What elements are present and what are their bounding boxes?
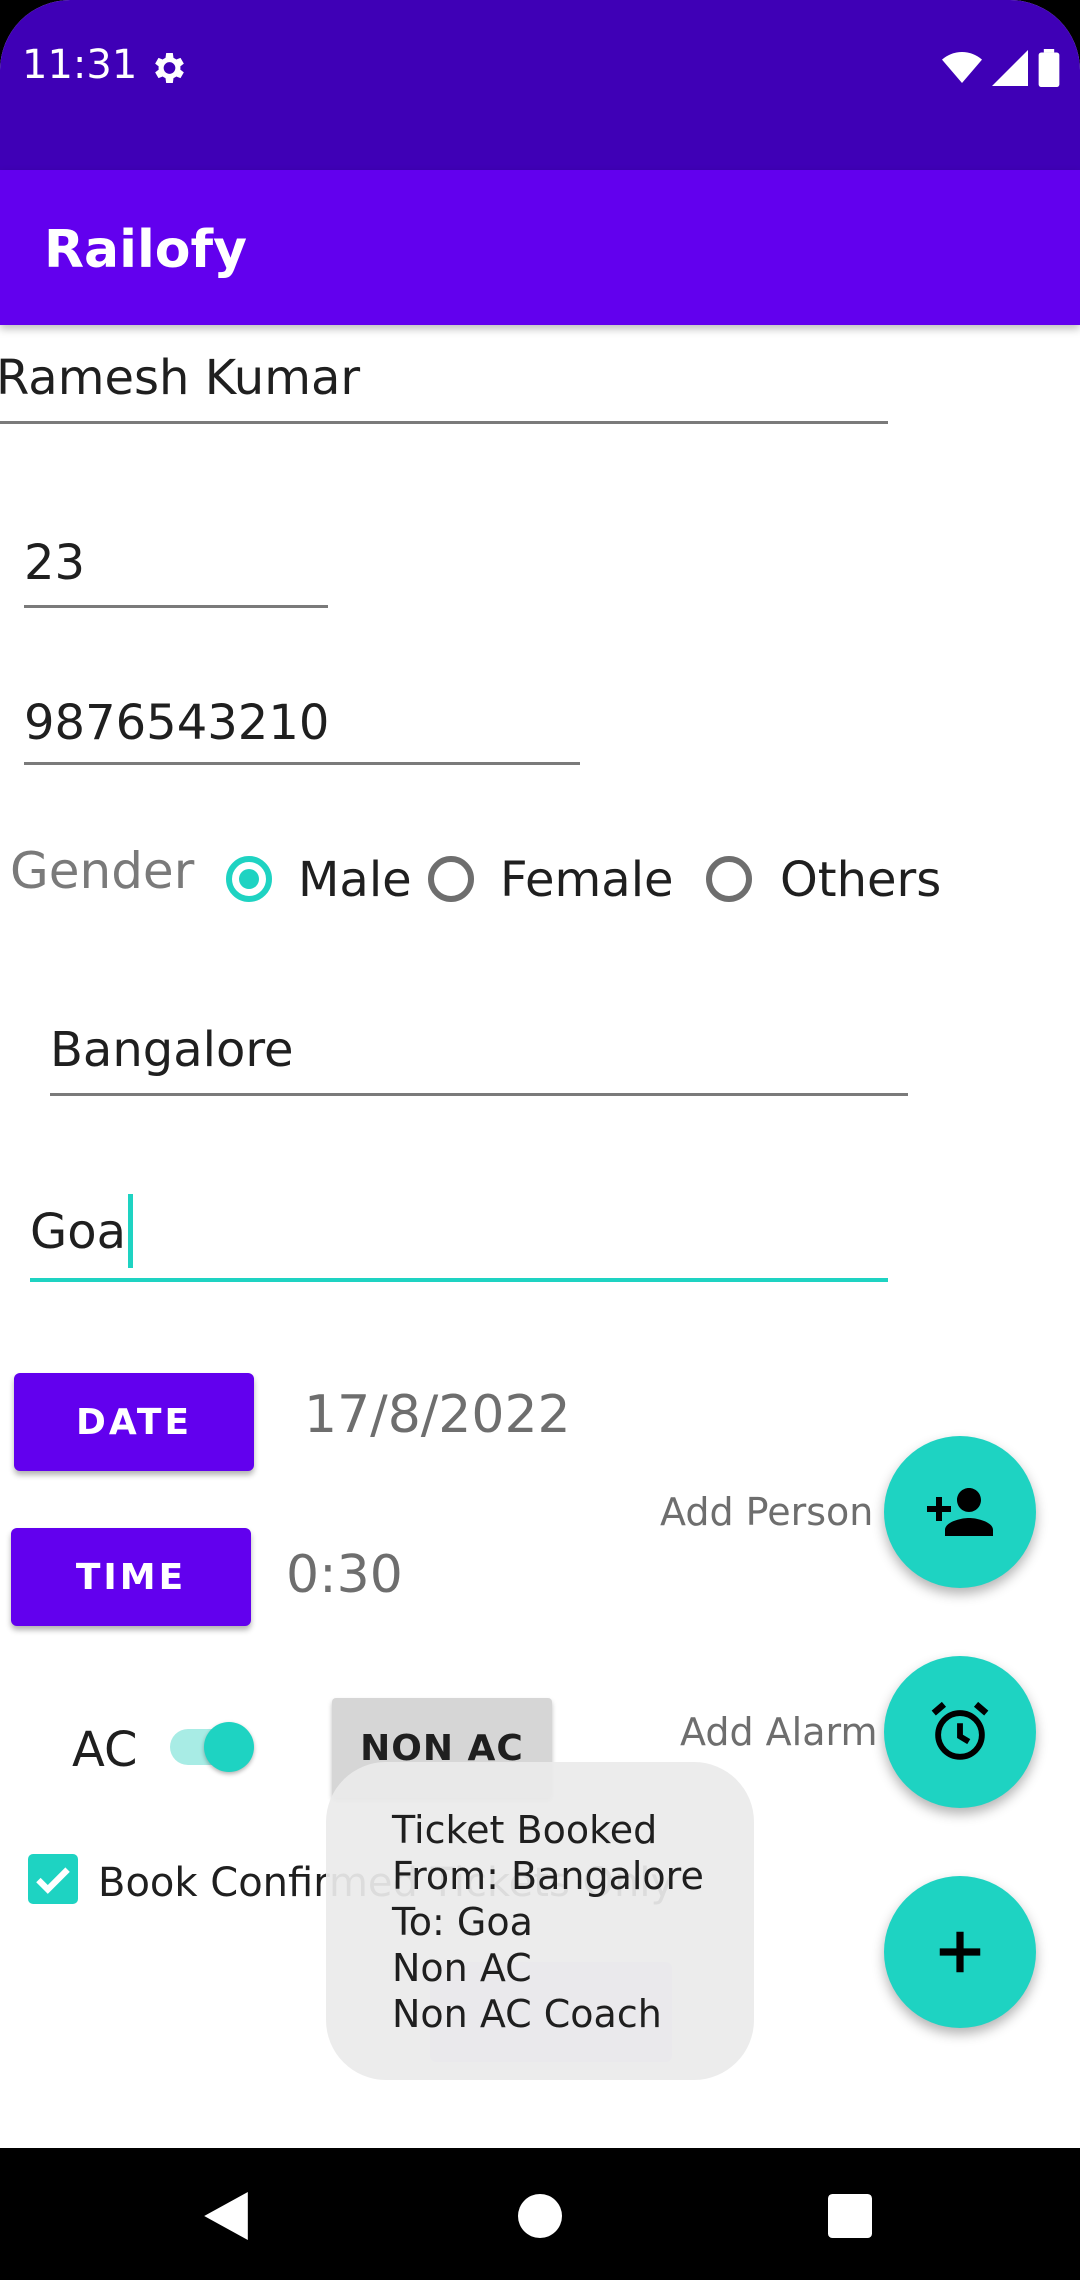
radio-others[interactable] bbox=[706, 856, 752, 902]
radio-female[interactable] bbox=[428, 856, 474, 902]
to-field[interactable] bbox=[30, 1204, 888, 1282]
toast-line: From: Bangalore bbox=[392, 1854, 704, 1898]
gender-label: Gender bbox=[10, 842, 195, 900]
app-bar: Railofy bbox=[0, 170, 1080, 325]
date-value: 17/8/2022 bbox=[304, 1385, 571, 1445]
add-fab[interactable] bbox=[884, 1876, 1036, 2028]
gear-icon bbox=[155, 53, 184, 83]
signal-icon bbox=[992, 50, 1028, 86]
home-icon[interactable] bbox=[518, 2194, 562, 2238]
radio-others-label: Others bbox=[780, 852, 942, 908]
toast-message: Ticket Booked From: Bangalore To: Goa No… bbox=[326, 1762, 754, 2080]
check-icon bbox=[36, 1867, 70, 1894]
person-add-icon bbox=[927, 1488, 993, 1536]
from-value: Bangalore bbox=[50, 1022, 294, 1078]
battery-icon bbox=[1038, 49, 1060, 87]
add-person-label: Add Person bbox=[660, 1490, 874, 1534]
time-value: 0:30 bbox=[286, 1545, 403, 1605]
recents-icon[interactable] bbox=[828, 2194, 872, 2238]
app-screen: 11:31 Railofy Ramesh Kumar 23 9876543210… bbox=[0, 0, 1080, 2280]
phone-value: 9876543210 bbox=[24, 695, 330, 751]
back-icon[interactable] bbox=[204, 2192, 248, 2240]
app-title: Railofy bbox=[44, 220, 248, 280]
age-value: 23 bbox=[24, 535, 86, 591]
plus-icon bbox=[939, 1931, 981, 1973]
radio-female-label: Female bbox=[500, 852, 674, 908]
name-value: Ramesh Kumar bbox=[0, 350, 361, 406]
alarm-icon bbox=[931, 1701, 989, 1760]
ac-label: AC bbox=[72, 1722, 138, 1778]
radio-male-label: Male bbox=[298, 852, 412, 908]
status-icons bbox=[942, 48, 1060, 88]
status-bar: 11:31 bbox=[0, 0, 1080, 170]
toast-line: Non AC Coach bbox=[392, 1992, 662, 2036]
date-button[interactable]: DATE bbox=[14, 1373, 254, 1471]
confirmed-checkbox[interactable] bbox=[28, 1854, 78, 1904]
toast-line: Ticket Booked bbox=[392, 1808, 658, 1852]
to-text: Goa bbox=[30, 1204, 126, 1260]
status-time: 11:31 bbox=[22, 42, 138, 88]
toast-line: To: Goa bbox=[392, 1900, 533, 1944]
navigation-bar bbox=[0, 2148, 1080, 2280]
text-cursor bbox=[127, 1194, 133, 1268]
radio-male[interactable] bbox=[226, 856, 272, 902]
wifi-icon bbox=[942, 52, 982, 83]
to-value: Goa bbox=[30, 1194, 133, 1272]
add-alarm-label: Add Alarm bbox=[680, 1710, 878, 1754]
toast-line: Non AC bbox=[392, 1946, 532, 1990]
ac-switch-thumb[interactable] bbox=[204, 1722, 254, 1772]
add-person-fab[interactable] bbox=[884, 1436, 1036, 1588]
add-alarm-fab[interactable] bbox=[884, 1656, 1036, 1808]
time-button[interactable]: TIME bbox=[11, 1528, 251, 1626]
